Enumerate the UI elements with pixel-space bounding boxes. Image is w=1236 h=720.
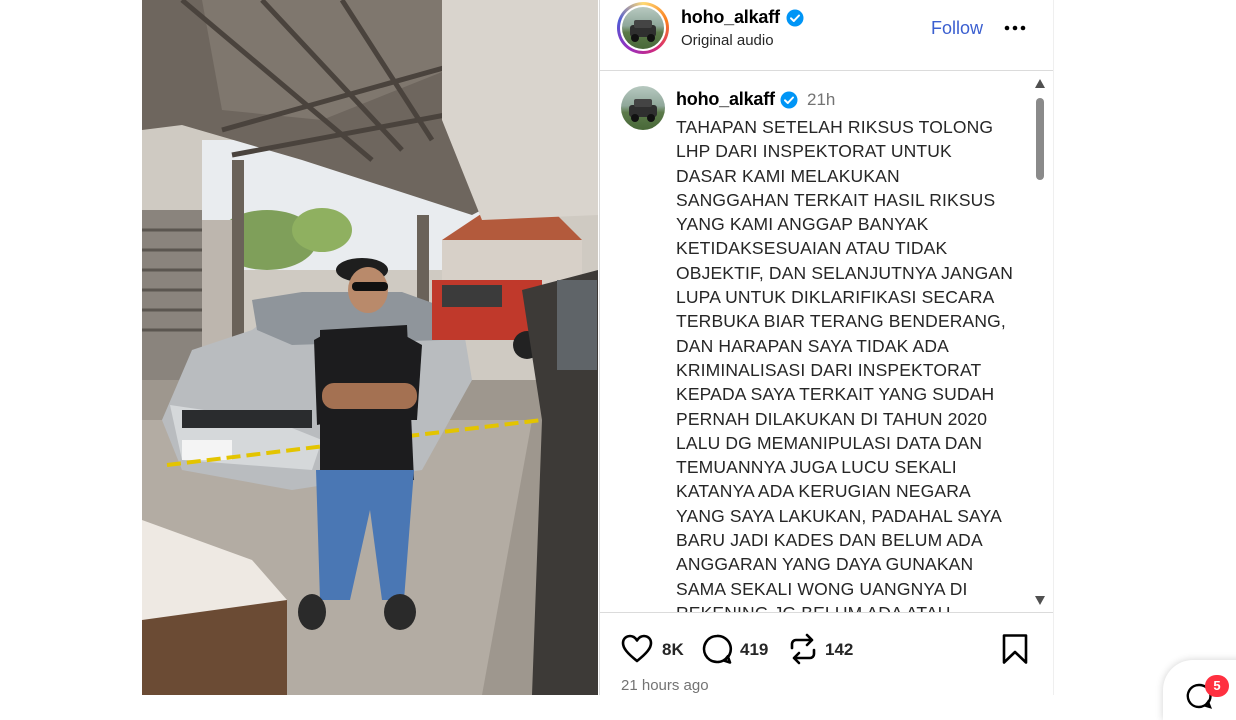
follow-button[interactable]: Follow bbox=[931, 18, 983, 39]
author-username[interactable]: hoho_alkaff bbox=[681, 7, 780, 28]
caption-scrollbar[interactable] bbox=[1032, 76, 1048, 608]
verified-badge-icon bbox=[786, 9, 804, 32]
caption-username[interactable]: hoho_alkaff bbox=[676, 89, 775, 110]
bookmark-icon[interactable] bbox=[1001, 633, 1029, 670]
post-header: hoho_alkaff Original audio Follow bbox=[600, 0, 1053, 71]
repost-icon[interactable] bbox=[788, 633, 818, 670]
caption-time: 21h bbox=[807, 90, 836, 109]
heart-icon[interactable] bbox=[621, 633, 653, 670]
scroll-up-icon bbox=[1035, 79, 1045, 88]
caption-text: TAHAPAN SETELAH RIKSUS TOLONG LHP DARI I… bbox=[676, 117, 1014, 612]
repost-count[interactable]: 142 bbox=[825, 640, 853, 660]
post-image[interactable] bbox=[142, 0, 598, 695]
post-panel: hoho_alkaff Original audio Follow hoho_a… bbox=[599, 0, 1054, 695]
verified-badge-icon bbox=[780, 91, 798, 114]
caption-area: hoho_alkaff 21h TAHAPAN SETELAH RIKSUS T… bbox=[600, 71, 1053, 612]
audio-link[interactable]: Original audio bbox=[681, 32, 774, 49]
more-icon[interactable] bbox=[1002, 14, 1028, 40]
posted-time: 21 hours ago bbox=[621, 677, 709, 694]
caption-avatar[interactable] bbox=[621, 86, 665, 130]
author-avatar[interactable] bbox=[617, 2, 669, 54]
action-bar: 8K 419 142 21 hours ago bbox=[600, 612, 1053, 696]
like-count[interactable]: 8K bbox=[662, 640, 684, 660]
comment-count[interactable]: 419 bbox=[740, 640, 768, 660]
scroll-down-icon bbox=[1035, 596, 1045, 605]
comment-icon[interactable] bbox=[701, 633, 733, 670]
messages-count-badge: 5 bbox=[1205, 675, 1229, 697]
